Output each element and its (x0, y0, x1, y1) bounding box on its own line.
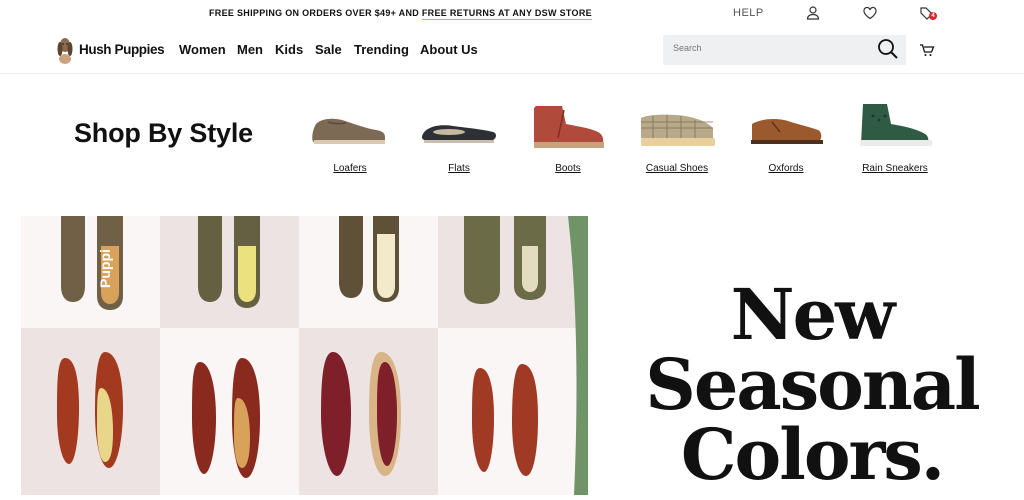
nav-trending[interactable]: Trending (354, 42, 409, 57)
style-item-loafers[interactable]: Loafers (300, 100, 400, 180)
promo-shipping-text: FREE SHIPPING ON ORDERS OVER $49+ AND (209, 8, 420, 18)
style-label-oxfords[interactable]: Oxfords (736, 163, 836, 174)
hero-tile (160, 328, 299, 495)
nav-sale[interactable]: Sale (315, 42, 342, 57)
loafer-pair-image (192, 358, 260, 478)
hero-tile (21, 328, 160, 495)
wishlist-heart-icon[interactable] (862, 5, 878, 21)
casual-shoe-pair-image (321, 352, 401, 476)
shop-by-style-title: Shop By Style (74, 118, 253, 148)
loafer-pair-image (198, 216, 260, 308)
hero-headline: New Seasonal Colors. (600, 280, 1024, 490)
account-icon[interactable] (805, 5, 821, 21)
nav-about-us[interactable]: About Us (420, 42, 478, 57)
nav-women[interactable]: Women (179, 42, 226, 57)
style-label-boots[interactable]: Boots (518, 163, 618, 174)
headline-line: Seasonal (645, 343, 980, 426)
hero-accent-stripe (568, 216, 588, 495)
hero-tile (299, 216, 438, 328)
hero-product-grid[interactable]: Puppi (21, 216, 577, 495)
search-box[interactable] (663, 35, 906, 65)
style-label-rain-sneakers[interactable]: Rain Sneakers (845, 163, 945, 174)
hero-tile: Puppi (21, 216, 160, 328)
help-link[interactable]: HELP (733, 7, 764, 19)
style-label-loafers[interactable]: Loafers (300, 163, 400, 174)
oxford-shoe-image (751, 119, 823, 144)
loafer-pair-image (472, 364, 538, 476)
basset-hound-logo-icon (57, 38, 73, 64)
boot-pair-image (464, 216, 546, 304)
brand-name[interactable]: Hush Puppies (79, 42, 165, 57)
loafer-shoe-image (312, 118, 385, 144)
search-icon[interactable] (877, 38, 899, 60)
flat-shoe-image (421, 125, 496, 143)
loafer-pair-image (339, 216, 399, 302)
accent-stripe-shape (568, 216, 588, 495)
loafer-pair-image: Puppi (61, 216, 123, 310)
cart-icon[interactable] (919, 42, 935, 58)
top-bar: FREE SHIPPING ON ORDERS OVER $49+ AND FR… (0, 0, 1024, 26)
style-item-boots[interactable]: Boots (518, 100, 618, 180)
main-nav: Hush Puppies Women Men Kids Sale Trendin… (0, 28, 1024, 74)
boot-shoe-image (534, 106, 604, 148)
style-label-casual-shoes[interactable]: Casual Shoes (627, 163, 727, 174)
headline-line: New (730, 273, 896, 356)
flat-pair-image (57, 352, 123, 468)
tile-brand-text: Puppi (97, 249, 113, 288)
hero-tile (299, 328, 438, 495)
nav-men[interactable]: Men (237, 42, 263, 57)
rain-sneaker-image (860, 104, 932, 146)
promo-returns-link[interactable]: FREE RETURNS AT ANY DSW STORE (421, 8, 592, 20)
promo-banner[interactable]: FREE SHIPPING ON ORDERS OVER $49+ AND FR… (209, 8, 592, 20)
style-item-flats[interactable]: Flats (409, 100, 509, 180)
style-item-casual-shoes[interactable]: Casual Shoes (627, 100, 727, 180)
hero-tile (160, 216, 299, 328)
headline-line: Colors. (680, 413, 945, 496)
hero-tile (438, 328, 577, 495)
search-input[interactable] (673, 43, 863, 53)
style-item-oxfords[interactable]: Oxfords (736, 100, 836, 180)
style-label-flats[interactable]: Flats (409, 163, 509, 174)
style-item-rain-sneakers[interactable]: Rain Sneakers (845, 100, 945, 180)
nav-kids[interactable]: Kids (275, 42, 303, 57)
casual-shoe-image (641, 114, 715, 146)
hero-tile (438, 216, 577, 328)
bag-count-badge: 4 (929, 12, 937, 20)
